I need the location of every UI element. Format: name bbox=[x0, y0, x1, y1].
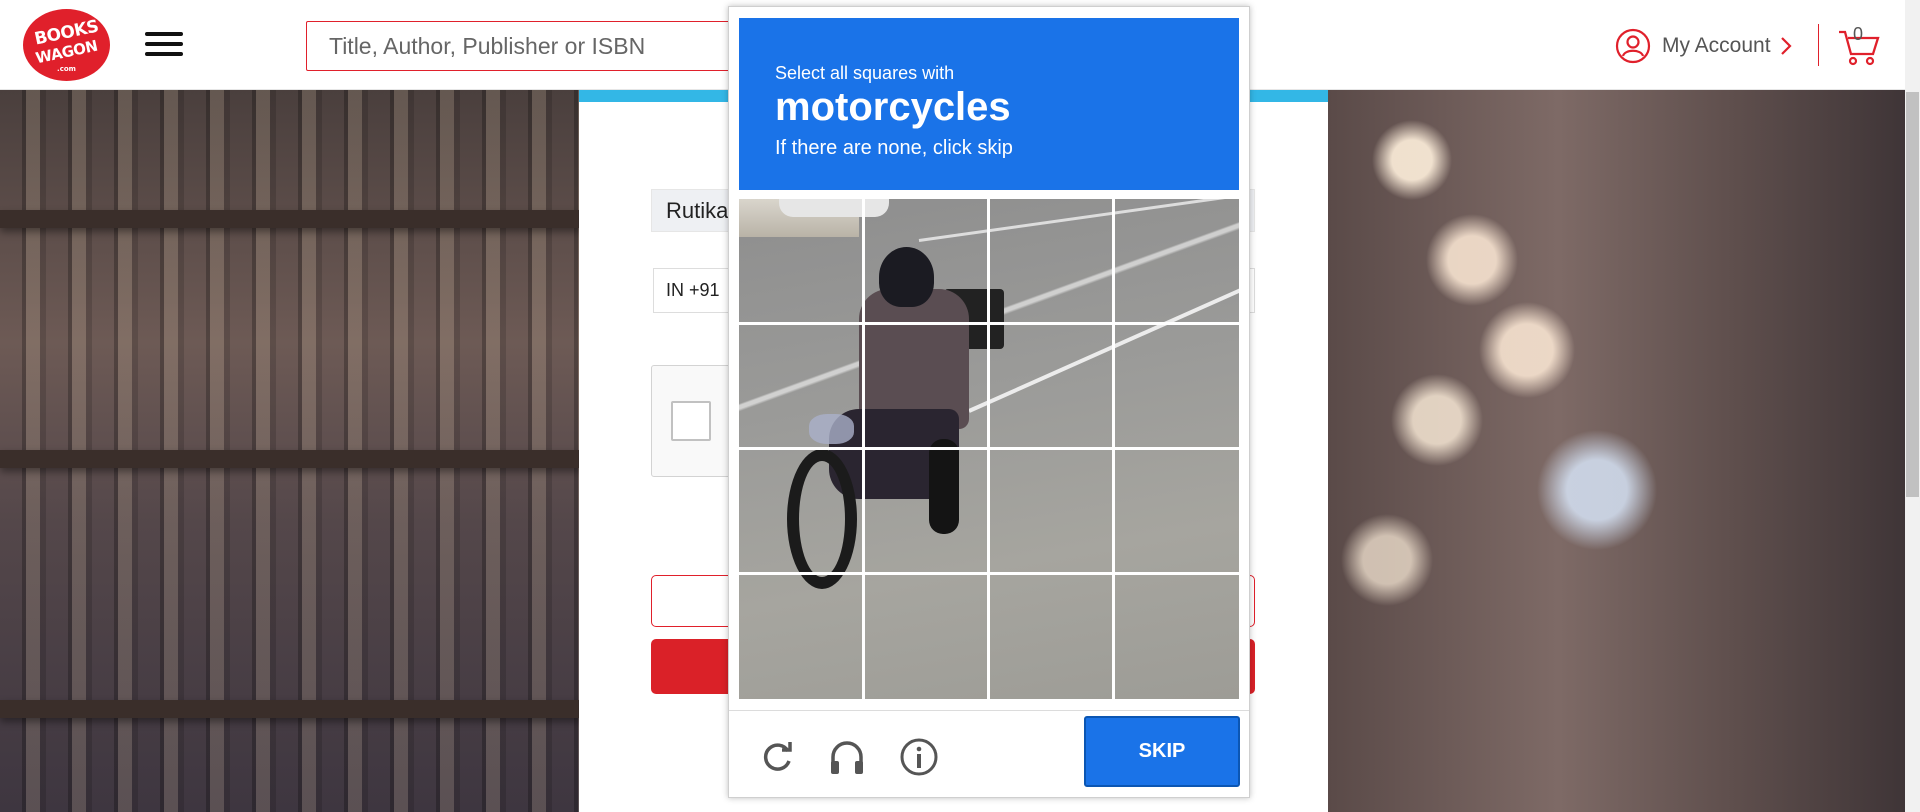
captcha-footer-divider bbox=[729, 710, 1249, 711]
bookswagon-logo[interactable]: BOOKS WAGON .com bbox=[23, 9, 110, 81]
library-lights-background-right bbox=[1327, 90, 1905, 812]
shelf bbox=[0, 700, 580, 718]
country-code[interactable]: IN +91 bbox=[666, 280, 720, 300]
shelf bbox=[0, 450, 580, 468]
shelf bbox=[0, 210, 580, 228]
captcha-tile[interactable] bbox=[1114, 199, 1239, 324]
captcha-tile[interactable] bbox=[989, 574, 1114, 699]
captcha-tile[interactable] bbox=[989, 199, 1114, 324]
captcha-tile[interactable] bbox=[739, 574, 864, 699]
header-divider bbox=[1818, 24, 1819, 66]
captcha-tile[interactable] bbox=[739, 449, 864, 574]
captcha-tile[interactable] bbox=[1114, 324, 1239, 449]
recaptcha-checkbox[interactable] bbox=[671, 401, 711, 441]
reload-icon[interactable] bbox=[755, 735, 799, 779]
bookshelf-background-left bbox=[0, 90, 580, 812]
skip-button[interactable]: SKIP bbox=[1084, 716, 1240, 787]
my-account-link[interactable]: My Account bbox=[1615, 26, 1793, 66]
cart-count-badge: 0 bbox=[1853, 24, 1864, 44]
captcha-instructions: Select all squares with motorcycles If t… bbox=[739, 18, 1239, 190]
chevron-right-icon bbox=[1780, 37, 1792, 55]
captcha-tile[interactable] bbox=[864, 199, 989, 324]
captcha-tile[interactable] bbox=[1114, 574, 1239, 699]
captcha-tile[interactable] bbox=[864, 324, 989, 449]
my-account-label: My Account bbox=[1662, 34, 1771, 57]
captcha-instruction-text: Select all squares with bbox=[775, 63, 955, 83]
captcha-tile[interactable] bbox=[864, 574, 989, 699]
user-icon bbox=[1615, 28, 1651, 64]
captcha-sub-text: If there are none, click skip bbox=[775, 137, 1013, 159]
info-icon[interactable] bbox=[897, 735, 941, 779]
captcha-tile[interactable] bbox=[989, 449, 1114, 574]
captcha-tile[interactable] bbox=[1114, 449, 1239, 574]
hamburger-menu-icon[interactable] bbox=[145, 32, 183, 58]
captcha-challenge-dialog: Select all squares with motorcycles If t… bbox=[728, 6, 1250, 798]
captcha-tile[interactable] bbox=[864, 449, 989, 574]
scrollbar-thumb[interactable] bbox=[1906, 92, 1919, 497]
captcha-tile[interactable] bbox=[739, 199, 864, 324]
captcha-target-text: motorcycles bbox=[775, 85, 1011, 129]
headphones-icon[interactable] bbox=[825, 735, 869, 779]
captcha-image-grid bbox=[739, 199, 1239, 699]
captcha-tile[interactable] bbox=[739, 324, 864, 449]
captcha-tile[interactable] bbox=[989, 324, 1114, 449]
